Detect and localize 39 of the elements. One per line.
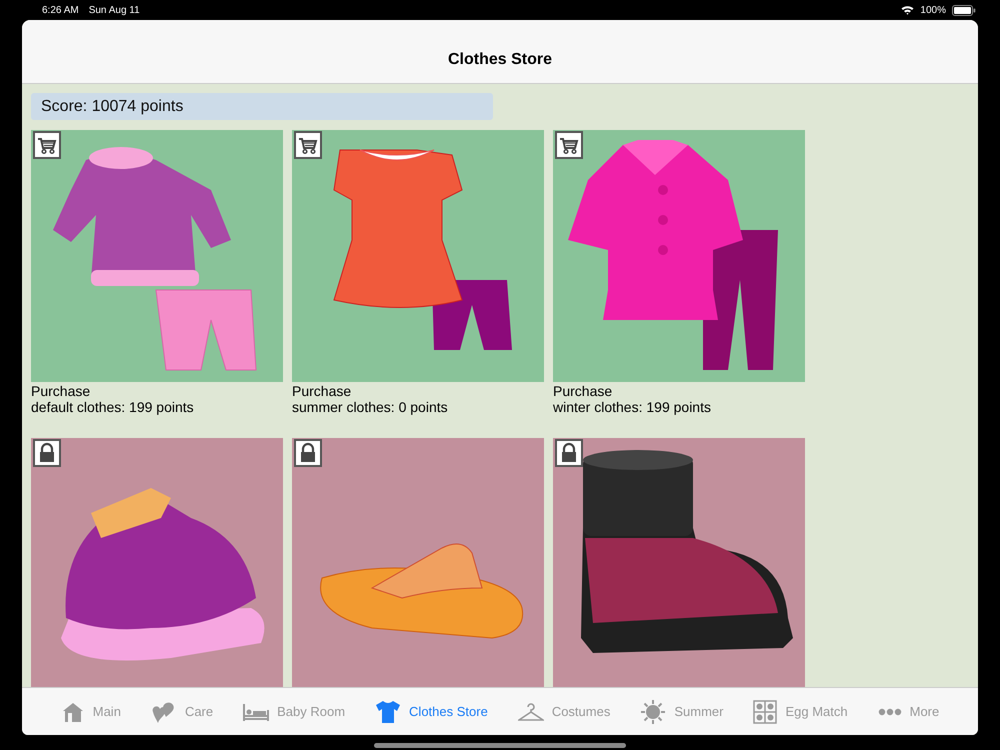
tab-item[interactable]: Care — [150, 700, 214, 724]
cart-icon[interactable] — [33, 131, 61, 159]
shirt-icon — [375, 700, 402, 724]
product-tile[interactable] — [292, 130, 544, 382]
more-icon — [878, 708, 902, 716]
item-caption: Purchase — [292, 383, 352, 399]
tab-item[interactable]: Baby Room — [243, 702, 346, 722]
score-label: Score: 10074 points — [31, 93, 493, 120]
item-caption: summer clothes: 0 points — [292, 399, 448, 415]
item-caption: Purchase — [553, 383, 612, 399]
status-date: Sun Aug 11 — [88, 4, 140, 16]
lock-icon — [33, 439, 61, 467]
item-caption: default clothes: 199 points — [31, 399, 194, 415]
sun-icon — [640, 698, 666, 724]
grid-icon — [753, 700, 778, 724]
navigation-title: Clothes Store — [448, 50, 552, 68]
wifi-icon — [901, 5, 914, 15]
bed-icon — [243, 702, 270, 722]
tab-item[interactable]: Costumes — [518, 702, 610, 722]
product-tile[interactable] — [553, 130, 805, 382]
lock-icon — [555, 439, 583, 467]
battery-percent: 100% — [920, 4, 946, 16]
battery-icon — [952, 4, 976, 16]
status-time: 6:26 AM — [42, 4, 79, 16]
tab-item[interactable]: More — [878, 704, 940, 719]
item-caption: winter clothes: 199 points — [553, 399, 711, 415]
product-tile[interactable] — [553, 438, 805, 687]
product-tile[interactable] — [292, 438, 544, 687]
cart-icon[interactable] — [555, 131, 583, 159]
cart-icon[interactable] — [294, 131, 322, 159]
product-tile[interactable] — [31, 438, 283, 687]
item-caption: Purchase — [31, 383, 90, 399]
tab-item[interactable]: Egg Match — [753, 700, 848, 724]
lock-icon — [294, 439, 322, 467]
tab-item[interactable]: Summer — [640, 698, 724, 724]
tab-item[interactable]: Clothes Store — [375, 700, 488, 724]
hanger-icon — [518, 702, 544, 722]
tab-item[interactable]: Main — [60, 700, 121, 724]
product-tile[interactable] — [31, 130, 283, 382]
